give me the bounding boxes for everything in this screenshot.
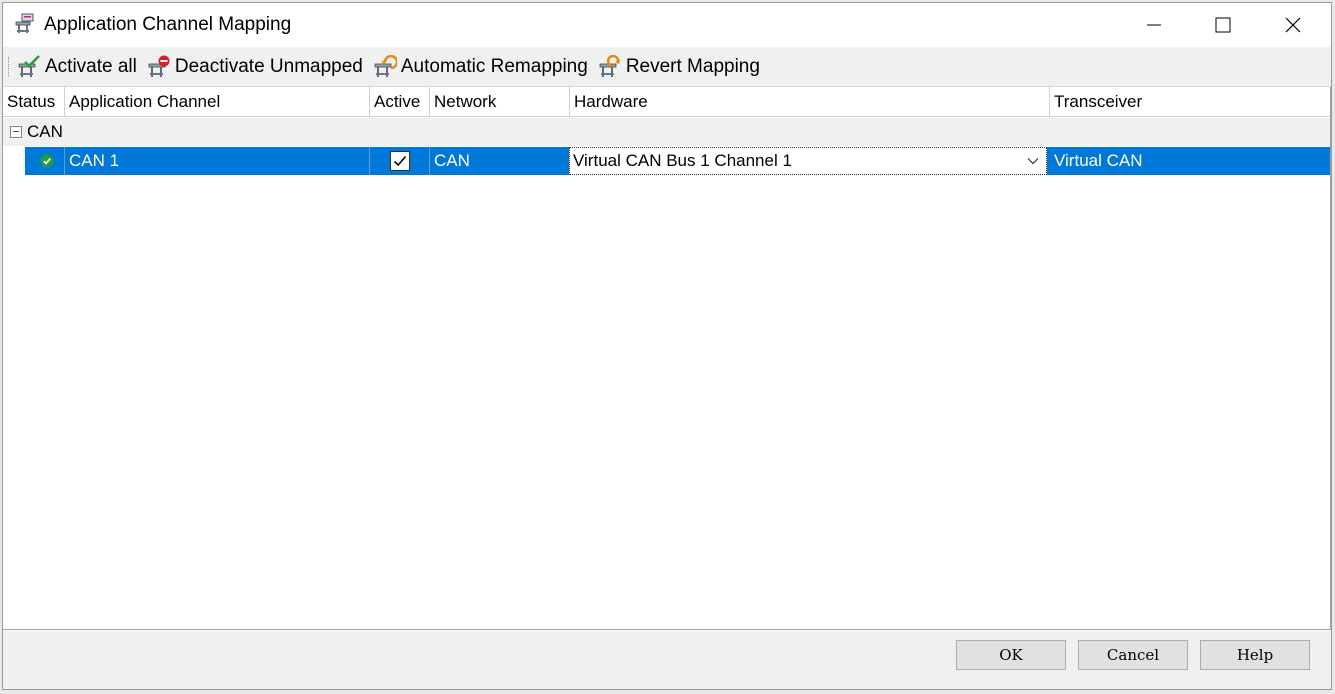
close-icon [1285,17,1301,33]
column-header-network[interactable]: Network [430,87,570,117]
table-row[interactable]: CAN 1 CAN Virtual CAN Bus 1 Channel 1 Vi… [3,147,1330,175]
window-title: Application Channel Mapping [44,14,292,35]
checkmark-icon [393,155,407,167]
minimize-button[interactable] [1121,3,1187,47]
automatic-remapping-label: Automatic Remapping [400,55,588,77]
title-bar: Application Channel Mapping [3,3,1331,47]
revert-mapping-button[interactable]: Revert Mapping [595,52,763,82]
grid-header: Status Application Channel Active Networ… [3,87,1330,117]
hardware-value: Virtual CAN Bus 1 Channel 1 [573,151,792,170]
status-cell [25,147,65,175]
activate-all-button[interactable]: Activate all [14,52,140,82]
deactivate-unmapped-button[interactable]: Deactivate Unmapped [144,52,366,82]
network-mapping-icon [15,13,34,33]
transceiver-cell[interactable]: Virtual CAN [1050,147,1331,175]
auto-remap-icon [374,54,397,77]
group-label: CAN [27,122,63,141]
maximize-button[interactable] [1190,3,1256,47]
application-channel-cell[interactable]: CAN 1 [65,147,370,175]
ok-button[interactable]: OK [956,640,1066,670]
activate-all-label: Activate all [45,55,137,77]
close-button[interactable] [1260,3,1326,47]
activate-all-icon [18,54,40,77]
minimize-icon [1147,24,1161,26]
toolbar: Activate all Deactivate Unmapped Automat… [3,47,1331,87]
chevron-down-icon[interactable] [1026,148,1040,174]
revert-mapping-label: Revert Mapping [625,55,760,77]
toolbar-grip[interactable] [8,56,10,77]
collapse-toggle-icon[interactable] [10,126,22,138]
status-ok-icon [40,154,53,168]
channel-grid: Status Application Channel Active Networ… [3,87,1331,630]
column-header-application-channel[interactable]: Application Channel [65,87,370,117]
maximize-icon [1215,17,1231,33]
active-checkbox[interactable] [390,151,410,171]
cancel-button[interactable]: Cancel [1078,640,1188,670]
network-cell[interactable]: CAN [430,147,570,175]
hardware-dropdown[interactable]: Virtual CAN Bus 1 Channel 1 [569,147,1047,175]
deactivate-icon [148,55,170,77]
column-header-status[interactable]: Status [3,87,65,117]
deactivate-unmapped-label: Deactivate Unmapped [174,55,363,77]
help-button[interactable]: Help [1200,640,1310,670]
column-header-hardware[interactable]: Hardware [570,87,1050,117]
revert-icon [599,54,620,77]
dialog-footer: OK Cancel Help [3,631,1331,689]
column-header-transceiver[interactable]: Transceiver [1050,87,1331,117]
group-row-can[interactable]: CAN [3,118,1330,146]
automatic-remapping-button[interactable]: Automatic Remapping [370,52,591,82]
channel-mapping-window: Application Channel Mapping Activate all [2,2,1332,690]
column-header-active[interactable]: Active [370,87,430,117]
